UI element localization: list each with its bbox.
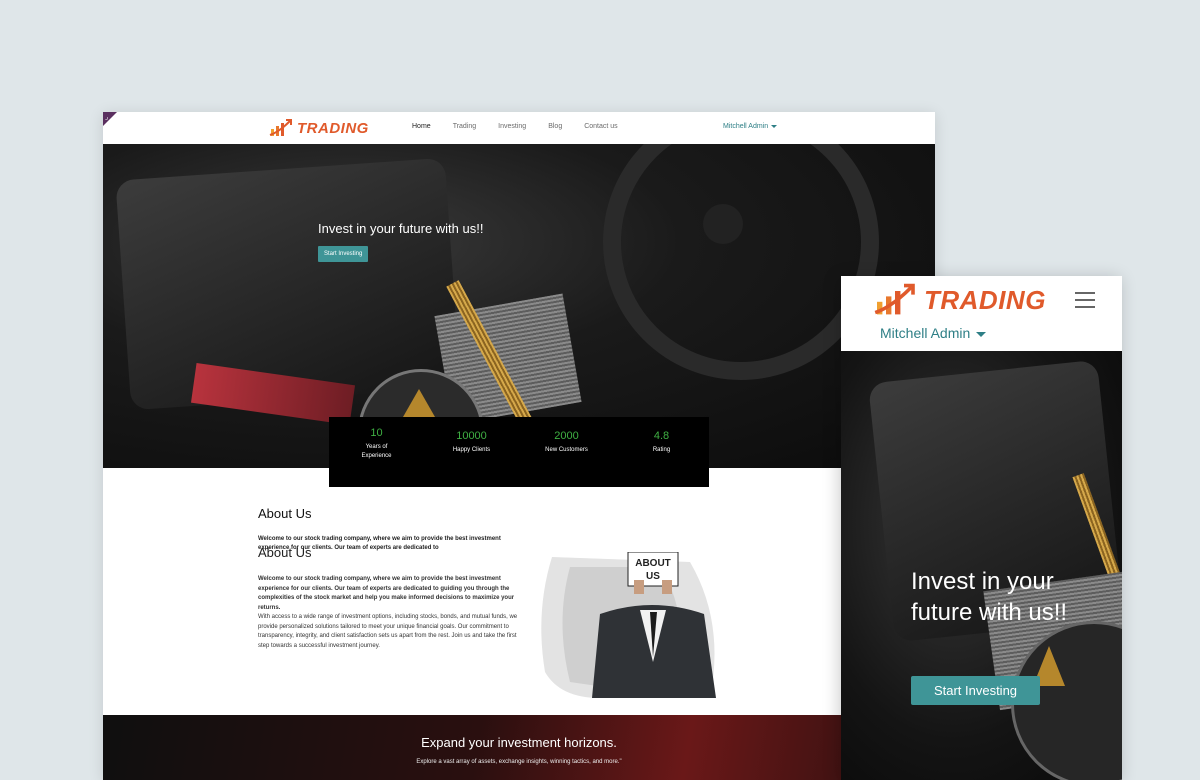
about-ghost-heading: About Us: [258, 545, 312, 560]
start-investing-button[interactable]: Start Investing: [318, 246, 369, 262]
businessman-illustration: ABOUT US: [541, 551, 716, 698]
hero-title: Invest in your future with us!!: [318, 221, 484, 236]
stat-label: Years of Experience: [361, 444, 392, 459]
mobile-start-investing-button[interactable]: Start Investing: [911, 676, 1040, 705]
about-body-rest: With access to a wide range of investmen…: [258, 614, 518, 649]
mobile-user-menu[interactable]: Mitchell Admin: [880, 325, 987, 341]
about-image: ABOUT US: [540, 551, 720, 698]
logo-text: TRADING: [297, 119, 369, 137]
nav-blog[interactable]: Blog: [548, 123, 562, 130]
logo-text: TRADING: [924, 284, 1046, 315]
edit-corner-badge[interactable]: ⌟: [103, 112, 117, 126]
mobile-preview: TRADING Mitchell Admin Invest in your fu…: [841, 276, 1122, 780]
about-body-bold: Welcome to our stock trading company, wh…: [258, 576, 515, 611]
svg-text:US: US: [646, 571, 660, 582]
banner-text: Explore a vast array of assets, exchange…: [416, 759, 622, 765]
nav-trading[interactable]: Trading: [453, 123, 476, 130]
nav-contact[interactable]: Contact us: [584, 123, 617, 130]
stat-rating: 4.8 Rating: [622, 430, 702, 455]
ethereum-logo-icon: [403, 389, 435, 417]
cta-banner: Expand your investment horizons. Explore…: [103, 715, 935, 780]
main-nav: Home Trading Investing Blog Contact us: [412, 123, 640, 130]
stats-bar: 10 Years of Experience 10000 Happy Clien…: [329, 417, 709, 487]
stat-value: 10000: [456, 430, 487, 442]
hamburger-menu-icon[interactable]: [1075, 292, 1095, 308]
caret-down-icon: [771, 124, 778, 128]
nav-home[interactable]: Home: [412, 123, 431, 130]
caret-down-icon: [976, 331, 987, 337]
stat-customers: 2000 New Customers: [527, 430, 607, 455]
mobile-site-logo[interactable]: TRADING: [872, 282, 1046, 318]
about-body: Welcome to our stock trading company, wh…: [258, 575, 520, 651]
mobile-hero-title: Invest in your future with us!!: [911, 568, 1068, 626]
desktop-preview: ⌟ TRADING Home Trading Investing Blog Co…: [103, 112, 935, 780]
banner-heading: Expand your investment horizons.: [421, 735, 617, 750]
corner-glyph: ⌟: [105, 114, 109, 121]
user-menu[interactable]: Mitchell Admin: [723, 123, 778, 130]
gpu-fan-image: [603, 144, 879, 380]
stat-value: 10: [370, 427, 383, 439]
stat-clients: 10000 Happy Clients: [432, 430, 512, 455]
stat-value: 2000: [554, 430, 579, 442]
user-menu-label: Mitchell Admin: [723, 123, 769, 130]
stat-label: New Customers: [545, 447, 588, 453]
stat-label: Rating: [652, 447, 671, 453]
stat-value: 4.8: [653, 430, 670, 442]
gpu-hub-image: [703, 204, 743, 244]
about-heading: About Us: [258, 506, 312, 521]
chart-logo-icon: [269, 119, 292, 136]
user-menu-label: Mitchell Admin: [880, 325, 971, 341]
stat-label: Happy Clients: [452, 447, 491, 453]
site-logo[interactable]: TRADING: [269, 118, 369, 138]
stat-experience: 10 Years of Experience: [337, 427, 417, 461]
chart-logo-icon: [874, 283, 915, 315]
nav-investing[interactable]: Investing: [498, 123, 526, 130]
about-sign-text: ABOUT: [635, 558, 671, 569]
